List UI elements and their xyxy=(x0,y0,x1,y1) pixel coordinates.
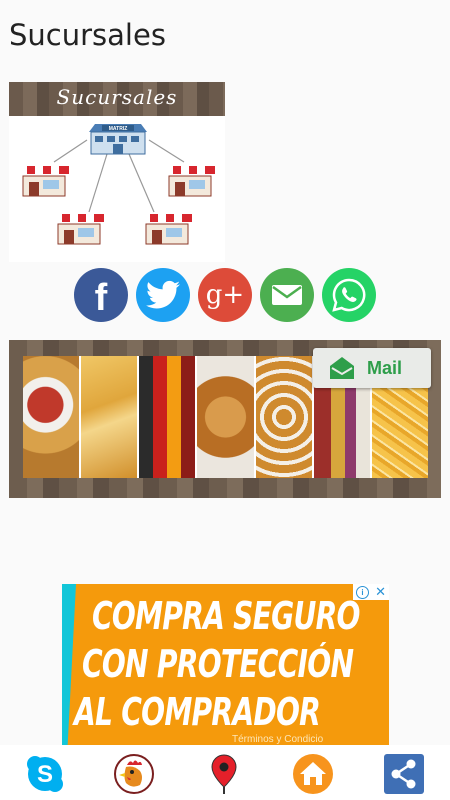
svg-text:S: S xyxy=(37,761,53,788)
share-icon xyxy=(384,754,424,794)
store-icon xyxy=(19,166,69,197)
food-photo-empanadas xyxy=(81,356,140,478)
ad-headline-line1: COMPRA SEGURO xyxy=(92,594,360,638)
food-photo-nuggets xyxy=(23,356,82,478)
store-icon xyxy=(165,166,215,197)
branches-diagram: MATRIZ xyxy=(19,124,215,245)
facebook-icon: f xyxy=(95,277,108,319)
store-icon xyxy=(54,214,104,245)
facebook-button[interactable]: f xyxy=(74,268,128,322)
rooster-icon xyxy=(114,754,154,794)
mail-button-label: Mail xyxy=(367,357,403,378)
page-title: Sucursales xyxy=(9,18,166,52)
close-icon[interactable]: ✕ xyxy=(375,584,386,600)
store-icon xyxy=(142,214,192,245)
food-banner: Mail xyxy=(9,340,441,498)
location-button[interactable] xyxy=(203,753,245,795)
google-plus-button[interactable]: g+ xyxy=(198,268,252,322)
home-icon xyxy=(293,754,333,794)
food-photo-fried-chicken xyxy=(197,356,256,478)
twitter-icon xyxy=(146,280,180,309)
map-pin-icon xyxy=(211,754,237,794)
matriz-label: MATRIZ xyxy=(109,126,128,132)
skype-button[interactable]: S xyxy=(24,753,66,795)
google-plus-icon: g+ xyxy=(205,280,245,310)
bottom-navigation: S xyxy=(0,745,450,800)
whatsapp-icon xyxy=(332,278,366,312)
mail-icon xyxy=(330,357,354,379)
adchoices-badge[interactable]: i ✕ xyxy=(353,584,389,600)
whatsapp-button[interactable] xyxy=(322,268,376,322)
ad-headline-line3: AL COMPRADOR xyxy=(74,690,321,734)
svg-text:f: f xyxy=(95,277,108,319)
home-button[interactable] xyxy=(292,753,334,795)
food-photo-croquettes xyxy=(255,356,314,478)
twitter-button[interactable] xyxy=(136,268,190,322)
advertisement[interactable]: COMPRA SEGURO CON PROTECCIÓN AL COMPRADO… xyxy=(62,584,389,746)
email-icon xyxy=(272,285,302,305)
ad-headline-line2: CON PROTECCIÓN xyxy=(82,642,354,686)
email-button[interactable] xyxy=(260,268,314,322)
skype-icon: S xyxy=(27,756,63,792)
info-icon: i xyxy=(356,585,370,599)
rooster-logo-button[interactable] xyxy=(113,753,155,795)
share-button[interactable] xyxy=(383,753,425,795)
social-share-bar: f g+ xyxy=(74,268,384,324)
mail-button[interactable]: Mail xyxy=(313,348,431,388)
ad-terms: Términos y Condicio xyxy=(232,734,324,745)
food-photo-sodas xyxy=(139,356,198,478)
sucursales-image: Sucursales MATRIZ xyxy=(9,82,225,262)
